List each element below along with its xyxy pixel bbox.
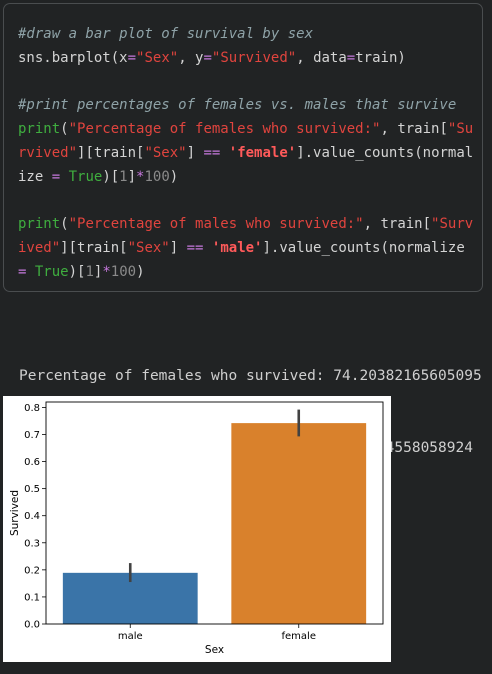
y-tick-label: 0.6 [24, 457, 40, 468]
code-token: 1 [119, 168, 128, 185]
code-token: , [296, 49, 314, 66]
bar-female [231, 423, 367, 624]
code-token: )[ [68, 263, 86, 280]
code-editor[interactable]: #draw a bar plot of survival by sex sns.b… [18, 23, 473, 285]
code-line: ize = True)[1]*100) [18, 166, 473, 190]
code-token: = [346, 49, 356, 66]
y-tick-label: 0.4 [24, 511, 40, 522]
code-token: = [127, 49, 137, 66]
bar-chart: male female 0.0 0.1 0.2 0.3 0.4 0.5 0.6 0.7 0.8 Sex… [3, 396, 391, 662]
y-tick-label: 0.8 [24, 403, 40, 414]
code-token: x [119, 49, 128, 66]
code-token: "Su [447, 121, 474, 138]
output-line-females: Percentage of females who survived: 74.2… [19, 368, 482, 384]
code-token: ) [169, 168, 179, 185]
code-line: sns.barplot(x="Sex", y="Survived", data=… [18, 47, 473, 71]
code-token: 100 [144, 168, 170, 185]
code-token: "Sex" [144, 144, 187, 161]
code-token: rvived" [18, 144, 78, 161]
code-token: = [51, 168, 61, 185]
x-tick-label: female [282, 631, 316, 642]
y-tick-label: 0.1 [24, 592, 40, 603]
code-token: 'male' [211, 240, 263, 257]
code-cell[interactable]: #draw a bar plot of survival by sex sns.b… [3, 3, 483, 292]
code-line: #draw a bar plot of survival by sex [18, 23, 473, 47]
y-tick-label: 0.3 [24, 538, 40, 549]
code-token: "Survived" [211, 49, 297, 66]
code-line: print("Percentage of males who survived:… [18, 213, 473, 237]
code-line: #print percentages of females vs. males … [18, 94, 473, 118]
code-token: ) [136, 263, 145, 280]
x-axis-label: Sex [205, 644, 224, 656]
code-token: ].value_counts(normal [296, 144, 474, 161]
code-token: data [313, 49, 347, 66]
chart-svg: male female 0.0 0.1 0.2 0.3 0.4 0.5 0.6 0.7 0.8 Sex… [9, 401, 384, 656]
code-token: True [68, 168, 103, 185]
code-line: rvived"][train["Sex"] == 'female'].value… [18, 142, 473, 166]
code-token: == [203, 144, 221, 161]
code-token: )[ [102, 168, 120, 185]
code-token: = [203, 49, 212, 66]
code-token: train) [355, 49, 406, 66]
y-tick-label: 0.7 [24, 430, 40, 441]
code-token: #print percentages of females vs. males … [18, 97, 457, 114]
code-line: = True)[1]*100) [18, 261, 473, 285]
y-tick-label: 0.5 [24, 484, 40, 495]
code-line: print("Percentage of females who survive… [18, 118, 473, 142]
code-token: "Percentage of males who survived:" [68, 216, 364, 233]
code-token: print [18, 121, 61, 138]
code-token: sns [18, 49, 44, 66]
code-token: ( [60, 216, 69, 233]
code-token: , [178, 49, 196, 66]
code-token: ize [18, 168, 52, 185]
code-token: ] [169, 240, 187, 257]
code-token: 1 [85, 263, 94, 280]
code-token: #draw a bar plot of survival by sex [18, 26, 314, 42]
code-token: ived" [18, 240, 61, 257]
code-token: ] [186, 144, 204, 161]
code-token: .barplot( [43, 49, 120, 66]
code-token: True [34, 263, 69, 280]
code-token: == [186, 240, 204, 257]
y-tick-label: 0.0 [24, 620, 40, 631]
code-token: 100 [110, 263, 137, 280]
y-axis-label: Survived [9, 490, 21, 536]
code-token: ] [127, 168, 137, 185]
code-token: "Surv [431, 216, 474, 233]
code-token: ][train[ [60, 240, 128, 257]
y-tick-label: 0.2 [24, 565, 40, 576]
code-token: , train[ [380, 121, 448, 138]
code-token: 'female' [228, 144, 297, 161]
code-token: ( [60, 121, 69, 138]
code-token: , train[ [363, 216, 432, 233]
code-token: print [18, 216, 61, 233]
code-token: "Sex" [127, 240, 170, 257]
code-token: "Sex" [136, 49, 179, 66]
x-tick-label: male [118, 631, 143, 642]
code-token: ][train[ [77, 144, 145, 161]
code-token: "Percentage of females who survived:" [68, 121, 381, 138]
code-line: ived"][train["Sex"] == 'male'].value_cou… [18, 237, 473, 261]
code-token: * [102, 263, 111, 280]
code-token: ].value_counts(normalize [262, 240, 465, 257]
